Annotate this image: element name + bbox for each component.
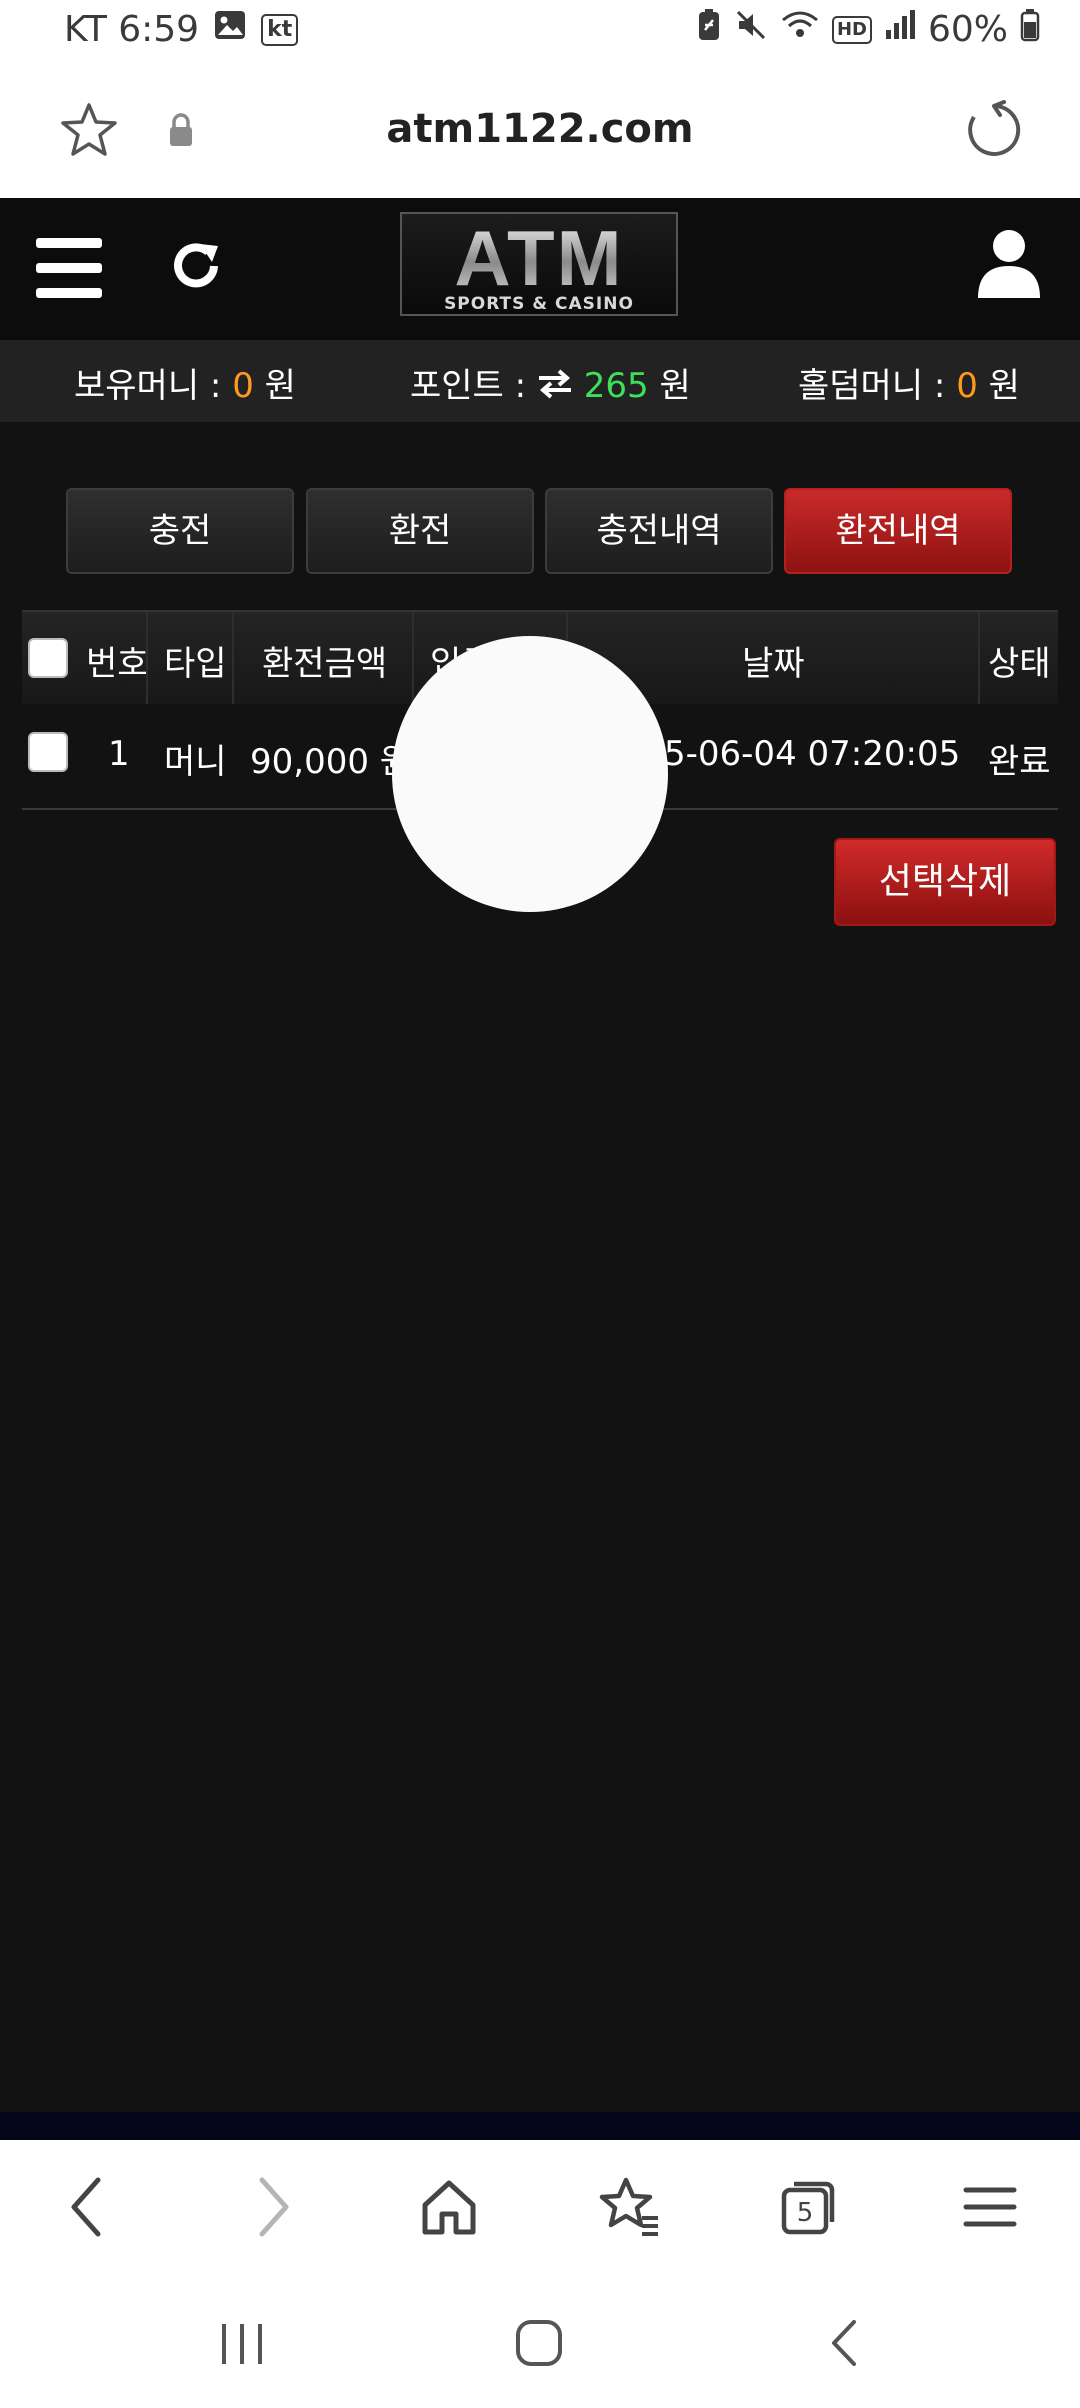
system-back-icon[interactable] bbox=[820, 2318, 870, 2372]
bookmarks-icon[interactable] bbox=[598, 2172, 662, 2246]
url-text[interactable]: atm1122.com bbox=[0, 106, 1080, 152]
browser-menu-icon[interactable] bbox=[962, 2172, 1018, 2246]
holdem-money: 홀덤머니 : 0 원 bbox=[798, 366, 1020, 406]
recent-apps-icon[interactable] bbox=[214, 2318, 270, 2372]
row-checkbox[interactable] bbox=[28, 732, 68, 772]
row-amount: 90,000 원 bbox=[250, 742, 412, 782]
battery-percent: 60% bbox=[927, 9, 1008, 50]
point-value: 265 bbox=[583, 366, 649, 406]
battery-icon bbox=[1020, 8, 1040, 51]
home-icon[interactable] bbox=[420, 2172, 478, 2246]
system-nav-bar bbox=[0, 2274, 1080, 2408]
header-status: 상태 bbox=[988, 644, 1051, 684]
header-number: 번호 bbox=[86, 644, 149, 684]
tab-exchange-history[interactable]: 환전내역 bbox=[784, 488, 1012, 574]
row-status: 완료 bbox=[988, 742, 1051, 782]
tabs-icon[interactable]: 5 bbox=[778, 2172, 838, 2246]
site-logo[interactable]: ATM SPORTS & CASINO bbox=[400, 212, 678, 316]
status-bar: KT 6:59 kt HD 60% bbox=[0, 0, 1080, 62]
system-home-icon[interactable] bbox=[512, 2318, 568, 2372]
signal-icon bbox=[884, 8, 916, 51]
delete-selected-button[interactable]: 선택삭제 bbox=[834, 838, 1056, 926]
carrier-time: KT 6:59 bbox=[64, 9, 200, 50]
header-type: 타입 bbox=[164, 644, 227, 684]
kt-icon: kt bbox=[261, 13, 299, 46]
user-icon[interactable] bbox=[976, 228, 1042, 304]
site-header: ATM SPORTS & CASINO bbox=[0, 198, 1080, 340]
tab-exchange[interactable]: 환전 bbox=[306, 488, 534, 574]
tab-count: 5 bbox=[797, 2198, 814, 2228]
wifi-icon bbox=[780, 8, 820, 51]
image-icon bbox=[213, 8, 247, 51]
forward-icon[interactable] bbox=[248, 2172, 298, 2246]
exchange-arrows-icon[interactable] bbox=[537, 366, 584, 406]
row-number: 1 bbox=[108, 734, 130, 774]
browser-bottom-nav: 5 bbox=[0, 2140, 1080, 2274]
tab-charge-history[interactable]: 충전내역 bbox=[545, 488, 773, 574]
footer-strip bbox=[0, 2112, 1080, 2140]
money-bar: 보유머니 : 0 원 포인트 : 265 원 홀덤머니 : 0 원 bbox=[0, 340, 1080, 422]
menu-icon[interactable] bbox=[36, 238, 102, 298]
holding-money: 보유머니 : 0 원 bbox=[74, 366, 296, 406]
battery-saver-icon bbox=[696, 8, 722, 51]
holdem-money-value: 0 bbox=[956, 366, 978, 406]
holding-money-value: 0 bbox=[232, 366, 254, 406]
header-date: 날짜 bbox=[742, 644, 805, 684]
touch-overlay-circle bbox=[392, 636, 668, 912]
refresh-icon[interactable] bbox=[166, 236, 226, 300]
select-all-checkbox[interactable] bbox=[28, 638, 68, 678]
header-amount: 환전금액 bbox=[262, 644, 388, 684]
hd-icon: HD bbox=[831, 15, 872, 44]
tab-charge[interactable]: 충전 bbox=[66, 488, 294, 574]
row-date: 5-06-04 07:20:05 bbox=[664, 734, 961, 774]
back-icon[interactable] bbox=[62, 2172, 112, 2246]
row-type: 머니 bbox=[164, 742, 227, 782]
point-money[interactable]: 포인트 : 265 원 bbox=[410, 358, 691, 407]
mute-icon bbox=[734, 8, 768, 51]
logo-main-text: ATM bbox=[402, 218, 676, 298]
browser-url-bar: atm1122.com bbox=[0, 62, 1080, 200]
reload-icon[interactable] bbox=[964, 100, 1024, 164]
logo-sub-text: SPORTS & CASINO bbox=[444, 294, 634, 314]
